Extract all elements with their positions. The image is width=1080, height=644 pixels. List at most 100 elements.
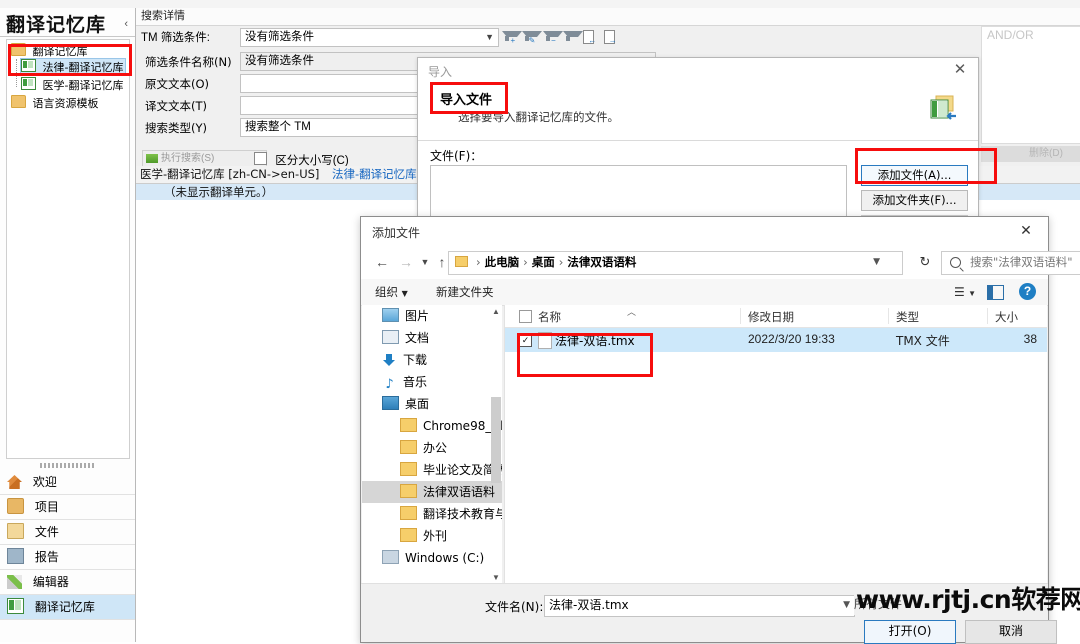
tree-item-thesis[interactable]: 毕业论文及简历 [362, 459, 502, 481]
column-header-type[interactable]: 类型 [896, 309, 919, 325]
sidebar-item-editor[interactable]: 编辑器 [0, 570, 135, 595]
run-search-label: 执行搜索(S) [161, 153, 214, 164]
folder-icon [455, 256, 468, 267]
tm-filter-select[interactable]: 没有筛选条件 ▼ [240, 28, 499, 47]
filter-clear-icon[interactable] [562, 29, 575, 43]
tree-item-downloads[interactable]: 下载 [362, 349, 502, 371]
sidebar-item-label: 项目 [35, 500, 59, 514]
row-checkbox[interactable]: ✓ [519, 334, 532, 347]
screenshot-root: 翻译记忆库 ‹ 翻译记忆库 法律-翻译记忆库 医学-翻译记忆库 [0, 0, 1080, 642]
filename-input[interactable]: 法律-双语.tmx ▼ [544, 595, 855, 617]
new-folder-button[interactable]: 新建文件夹 [436, 284, 494, 300]
tm-filter-value: 没有筛选条件 [245, 31, 314, 43]
run-search-button[interactable]: 执行搜索(S) [142, 150, 267, 167]
tm-icon [21, 59, 36, 72]
select-all-checkbox[interactable] [519, 310, 532, 323]
chevron-down-icon[interactable]: ▼ [873, 252, 880, 273]
breadcrumb-item-2[interactable]: 法律双语语料 [567, 255, 636, 269]
close-icon[interactable]: ✕ [950, 61, 970, 79]
breadcrumb-item-1[interactable]: 桌面 [532, 255, 555, 269]
editor-pencil-icon [7, 575, 22, 589]
sidebar-item-label: 文件 [35, 525, 59, 539]
tm-filter-label: TM 筛选条件: [141, 29, 210, 45]
preview-pane-icon[interactable] [987, 285, 1004, 300]
sidebar-item-projects[interactable]: 项目 [0, 495, 135, 520]
folder-icon [400, 440, 417, 454]
tm-tree-item-medical[interactable]: 医学-翻译记忆库 [21, 77, 123, 93]
tree-item-chrome98[interactable]: Chrome98_Al [362, 415, 502, 437]
column-header-name[interactable]: 名称 [538, 309, 561, 325]
table-row[interactable]: ✓ 法律-双语.tmx 2022/3/20 19:33 TMX 文件 38 [505, 328, 1047, 352]
sort-ascending-icon: ︿ [627, 305, 636, 318]
scroll-up-icon[interactable]: ▲ [490, 305, 502, 318]
search-placeholder: 搜索"法律双语语料" [970, 255, 1073, 269]
tm-import-icon [928, 94, 956, 122]
scrollbar-thumb[interactable] [491, 397, 501, 483]
add-file-button[interactable]: 添加文件(A)... [861, 165, 968, 186]
panel-resize-grip[interactable] [40, 463, 95, 468]
add-file-titlebar: 添加文件 ✕ [361, 217, 1048, 245]
column-header-size[interactable]: 大小 [995, 309, 1018, 325]
tree-item-label: 文档 [405, 331, 429, 345]
tab-medical-tm[interactable]: 医学-翻译记忆库 [zh-CN->en-US] [140, 166, 319, 183]
breadcrumb[interactable]: ›此电脑›桌面›法律双语语料 ▼ [448, 251, 903, 275]
tree-item-label: 法律双语语料 [423, 485, 495, 499]
tree-item-translation-tech[interactable]: 翻译技术教育与 [362, 503, 502, 525]
view-list-icon[interactable]: ☰ ▼ [954, 285, 976, 299]
chevron-down-icon[interactable]: ▼ [416, 253, 434, 271]
close-icon[interactable]: ✕ [1004, 217, 1048, 245]
sidebar-item-translation-memory[interactable]: 翻译记忆库 [0, 595, 135, 620]
folder-icon [11, 43, 26, 56]
tree-scrollbar[interactable]: ▲ ▼ [490, 305, 502, 584]
explorer-file-list: 名称 ︿ 修改日期 类型 大小 ✓ 法律-双语.tmx 2022/3/20 19… [504, 305, 1047, 584]
sidebar-item-files[interactable]: 文件 [0, 520, 135, 545]
filter-import-icon[interactable]: ← [582, 29, 595, 43]
add-folder-button[interactable]: 添加文件夹(F)... [861, 190, 968, 211]
tree-item-documents[interactable]: 文档 [362, 327, 502, 349]
tm-tree-item-label: 法律-翻译记忆库 [43, 61, 124, 74]
translation-memory-panel: 翻译记忆库 ‹ 翻译记忆库 法律-翻译记忆库 医学-翻译记忆库 [0, 8, 136, 642]
tm-tree-language-templates[interactable]: 语言资源模板 [11, 95, 99, 111]
filter-edit-icon[interactable]: ✎ [521, 29, 534, 43]
sidebar-item-label: 报告 [35, 550, 59, 564]
arrow-left-icon[interactable]: ← [373, 253, 391, 271]
tree-item-windows-c[interactable]: Windows (C:) [362, 547, 502, 569]
search-details-header: 搜索详情 [136, 8, 1080, 26]
help-icon[interactable]: ? [1019, 283, 1036, 300]
tree-item-music[interactable]: ♪音乐 [362, 371, 502, 393]
andor-grid-body [981, 43, 1080, 144]
tree-item-pictures[interactable]: 图片 [362, 305, 502, 327]
filter-export-icon[interactable]: → [603, 29, 616, 43]
column-header-row: 名称 ︿ 修改日期 类型 大小 [505, 305, 1047, 328]
chevron-down-icon[interactable]: ▼ [843, 596, 850, 615]
tab-law-tm[interactable]: 法律-翻译记忆库 [z [332, 166, 431, 183]
project-icon [7, 498, 24, 514]
import-dialog-title: 导入 [428, 63, 452, 80]
refresh-icon[interactable]: ↻ [913, 251, 937, 273]
filename-value: 法律-双语.tmx [549, 598, 629, 612]
chevron-left-icon[interactable]: ‹ [124, 18, 128, 30]
sidebar-item-reports[interactable]: 报告 [0, 545, 135, 570]
tree-item-office[interactable]: 办公 [362, 437, 502, 459]
search-icon [950, 257, 961, 268]
folder-icon [400, 528, 417, 542]
delete-condition-button[interactable]: 删除(D) [981, 146, 1080, 162]
report-icon [7, 548, 24, 564]
open-button[interactable]: 打开(O) [864, 620, 956, 644]
tree-item-legal-corpus[interactable]: 法律双语语料 [362, 481, 502, 503]
column-header-date[interactable]: 修改日期 [748, 309, 794, 325]
filter-delete-icon[interactable]: − [542, 29, 555, 43]
sidebar-item-label: 编辑器 [33, 575, 69, 589]
tm-tree-item-label: 语言资源模板 [33, 97, 99, 110]
explorer-navigation-bar: ← → ▼ ↑ ›此电脑›桌面›法律双语语料 ▼ ↻ 搜索"法律双语语料" [361, 245, 1048, 279]
cancel-button[interactable]: 取消 [965, 620, 1057, 644]
filter-add-icon[interactable]: + [501, 29, 514, 43]
tree-item-desktop[interactable]: 桌面 [362, 393, 502, 415]
sidebar-item-welcome[interactable]: 欢迎 [0, 470, 135, 495]
tree-item-foreign-journals[interactable]: 外刊 [362, 525, 502, 547]
music-icon: ♪ [382, 379, 397, 391]
search-input[interactable]: 搜索"法律双语语料" [941, 251, 1080, 275]
breadcrumb-item-0[interactable]: 此电脑 [485, 255, 520, 269]
tm-tree-item-law[interactable]: 法律-翻译记忆库 [21, 59, 125, 75]
organize-menu[interactable]: 组织 ▼ [375, 284, 408, 300]
